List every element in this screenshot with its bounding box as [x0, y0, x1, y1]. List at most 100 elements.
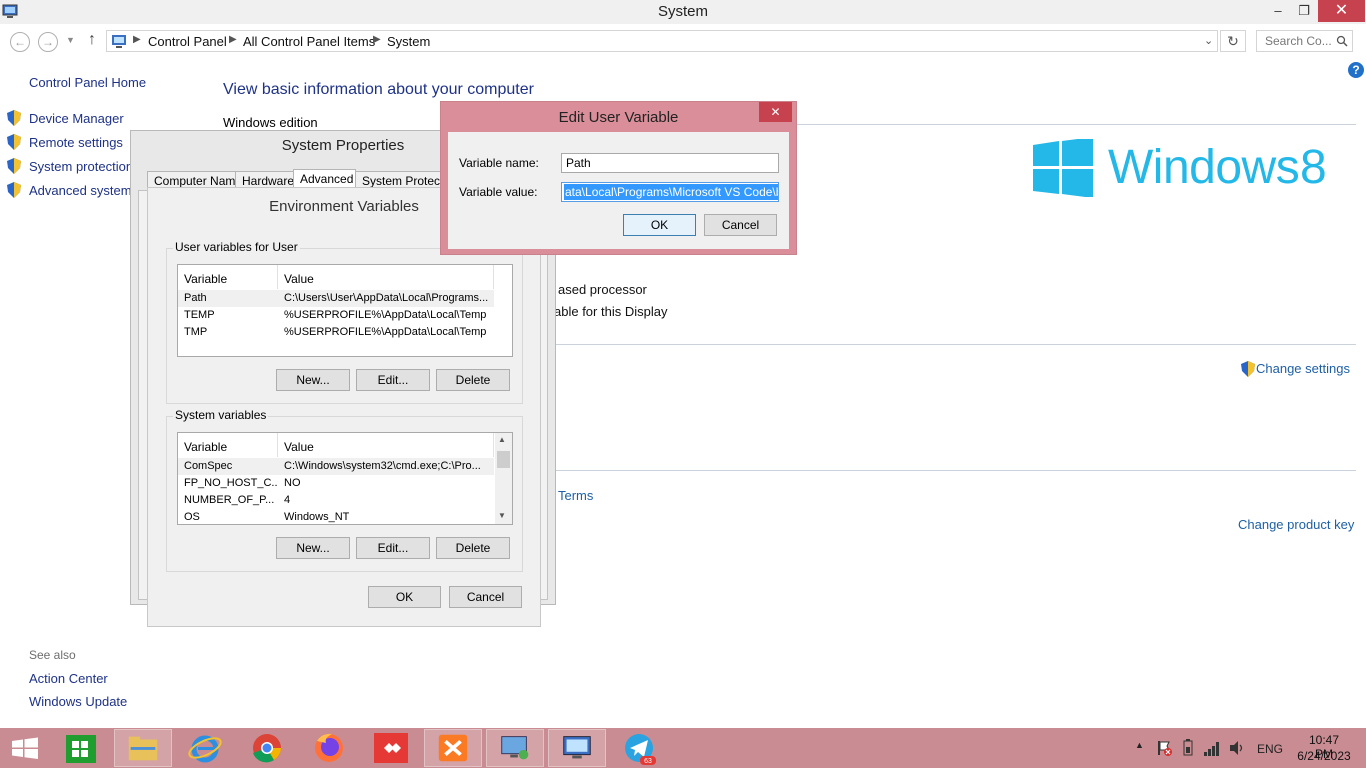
action-center-link[interactable]: Action Center — [29, 671, 108, 686]
edit-user-variable-dialog: Edit User Variable ✕ Variable name: Path… — [440, 101, 797, 255]
recent-dropdown-icon[interactable]: ▼ — [66, 35, 75, 45]
breadcrumb-separator-icon: ▶ — [133, 34, 141, 45]
windows-edition-heading: Windows edition — [223, 115, 318, 130]
table-row[interactable]: TMP %USERPROFILE%\AppData\Local\Temp — [178, 324, 494, 341]
dialog-close-button[interactable]: ✕ — [759, 102, 792, 122]
remote-settings-link[interactable]: Remote settings — [29, 135, 123, 150]
terms-link[interactable]: Terms — [558, 488, 593, 503]
scroll-thumb[interactable] — [497, 451, 510, 468]
variable-name: TMP — [184, 326, 208, 338]
forward-icon[interactable]: → — [38, 32, 58, 52]
env-ok-button[interactable]: OK — [368, 586, 441, 608]
table-row[interactable]: TEMP %USERPROFILE%\AppData\Local\Temp — [178, 307, 494, 324]
back-icon[interactable]: ← — [10, 32, 30, 52]
system-new-button[interactable]: New... — [276, 537, 350, 559]
internet-explorer-icon[interactable] — [176, 729, 234, 767]
up-icon[interactable]: ↑ — [88, 31, 96, 49]
window-title: System — [657, 3, 708, 20]
change-settings-link[interactable]: Change settings — [1256, 361, 1350, 376]
table-row[interactable]: OS Windows_NT — [178, 509, 494, 524]
system-delete-button[interactable]: Delete — [436, 537, 510, 559]
variable-name: NUMBER_OF_P... — [184, 494, 275, 506]
address-input[interactable]: ▶ Control Panel ▶ All Control Panel Item… — [106, 30, 1218, 52]
variable-value: Windows_NT — [284, 511, 350, 523]
help-icon[interactable]: ? — [1348, 62, 1364, 78]
dialog-body: Variable name: Path Variable value: ata\… — [448, 132, 789, 249]
page-title: View basic information about your comput… — [223, 81, 534, 98]
scrollbar[interactable]: ▲ ▼ — [495, 433, 512, 524]
search-icon[interactable] — [1336, 35, 1348, 47]
volume-icon[interactable] — [1228, 740, 1246, 756]
system-protection-link[interactable]: System protection — [29, 159, 133, 174]
env-cancel-button[interactable]: Cancel — [449, 586, 522, 608]
processor-text: ased processor — [558, 282, 647, 297]
column-header-variable[interactable]: Variable — [178, 433, 278, 457]
language-indicator[interactable]: ENG — [1257, 742, 1283, 756]
firefox-icon[interactable] — [300, 729, 358, 767]
start-icon[interactable] — [0, 729, 50, 767]
column-header-value[interactable]: Value — [278, 433, 494, 457]
telegram-icon[interactable]: 63 — [610, 729, 668, 767]
control-panel-home-link[interactable]: Control Panel Home — [29, 75, 146, 90]
system-variables-list[interactable]: Variable Value ComSpec C:\Windows\system… — [177, 432, 513, 525]
system-edit-button[interactable]: Edit... — [356, 537, 430, 559]
variable-value: %USERPROFILE%\AppData\Local\Temp — [284, 309, 487, 321]
user-new-button[interactable]: New... — [276, 369, 350, 391]
xampp-icon[interactable] — [424, 729, 482, 767]
chrome-icon[interactable] — [238, 729, 296, 767]
breadcrumb-all-items[interactable]: All Control Panel Items — [243, 34, 375, 49]
show-hidden-icons-icon[interactable]: ▲ — [1135, 740, 1144, 750]
column-header-variable[interactable]: Variable — [178, 265, 278, 289]
close-button[interactable]: ✕ — [1318, 0, 1365, 22]
address-dropdown-icon[interactable]: ⌄ — [1204, 34, 1213, 47]
group-title: System variables — [173, 408, 269, 422]
divider — [796, 124, 1356, 125]
scroll-down-icon[interactable]: ▼ — [498, 511, 506, 520]
table-row[interactable]: ComSpec C:\Windows\system32\cmd.exe;C:\P… — [178, 458, 494, 475]
file-explorer-icon[interactable] — [114, 729, 172, 767]
system-window-icon[interactable] — [548, 729, 606, 767]
advanced-system-settings-link[interactable]: Advanced system s — [29, 183, 142, 198]
network-control-panel-icon[interactable] — [486, 729, 544, 767]
divider — [556, 344, 1356, 345]
anydesk-icon[interactable] — [362, 729, 420, 767]
variable-value-input[interactable]: ata\Local\Programs\Microsoft VS Code\bin… — [561, 182, 779, 202]
see-also-heading: See also — [29, 648, 76, 662]
minimize-button[interactable]: – — [1264, 0, 1292, 22]
windows-update-link[interactable]: Windows Update — [29, 694, 127, 709]
change-product-key-link[interactable]: Change product key — [1238, 517, 1354, 532]
table-row[interactable]: Path C:\Users\User\AppData\Local\Program… — [178, 290, 494, 307]
variable-name: FP_NO_HOST_C... — [184, 477, 278, 489]
clock-date[interactable]: 6/24/2023 — [1294, 749, 1354, 763]
breadcrumb-separator-icon: ▶ — [373, 34, 381, 45]
variable-name: TEMP — [184, 309, 215, 321]
shield-icon — [1241, 361, 1255, 377]
variable-name-input[interactable]: Path — [561, 153, 779, 173]
device-manager-link[interactable]: Device Manager — [29, 111, 124, 126]
variable-value: NO — [284, 477, 301, 489]
user-variables-group: User variables for User Variable Value P… — [166, 240, 523, 404]
store-icon[interactable] — [52, 729, 110, 767]
breadcrumb-control-panel[interactable]: Control Panel — [148, 34, 227, 49]
action-center-flag-icon[interactable] — [1155, 739, 1173, 757]
dialog-title: Edit User Variable — [558, 109, 679, 126]
table-row[interactable]: NUMBER_OF_P... 4 — [178, 492, 494, 509]
variable-value: 4 — [284, 494, 291, 506]
column-header-value[interactable]: Value — [278, 265, 494, 289]
edit-cancel-button[interactable]: Cancel — [704, 214, 777, 236]
shield-icon — [7, 182, 21, 198]
refresh-icon[interactable]: ↻ — [1220, 30, 1246, 52]
edit-ok-button[interactable]: OK — [623, 214, 696, 236]
scroll-up-icon[interactable]: ▲ — [498, 435, 506, 444]
variable-name: ComSpec — [184, 460, 233, 472]
battery-icon[interactable] — [1180, 739, 1196, 757]
user-delete-button[interactable]: Delete — [436, 369, 510, 391]
restore-button[interactable]: ❐ — [1290, 0, 1318, 22]
user-edit-button[interactable]: Edit... — [356, 369, 430, 391]
divider — [556, 470, 1356, 471]
breadcrumb-system[interactable]: System — [387, 34, 430, 49]
table-row[interactable]: FP_NO_HOST_C... NO — [178, 475, 494, 492]
user-variables-list[interactable]: Variable Value Path C:\Users\User\AppDat… — [177, 264, 513, 357]
system-variables-group: System variables Variable Value ComSpec … — [166, 408, 523, 572]
signal-icon[interactable] — [1203, 740, 1221, 756]
